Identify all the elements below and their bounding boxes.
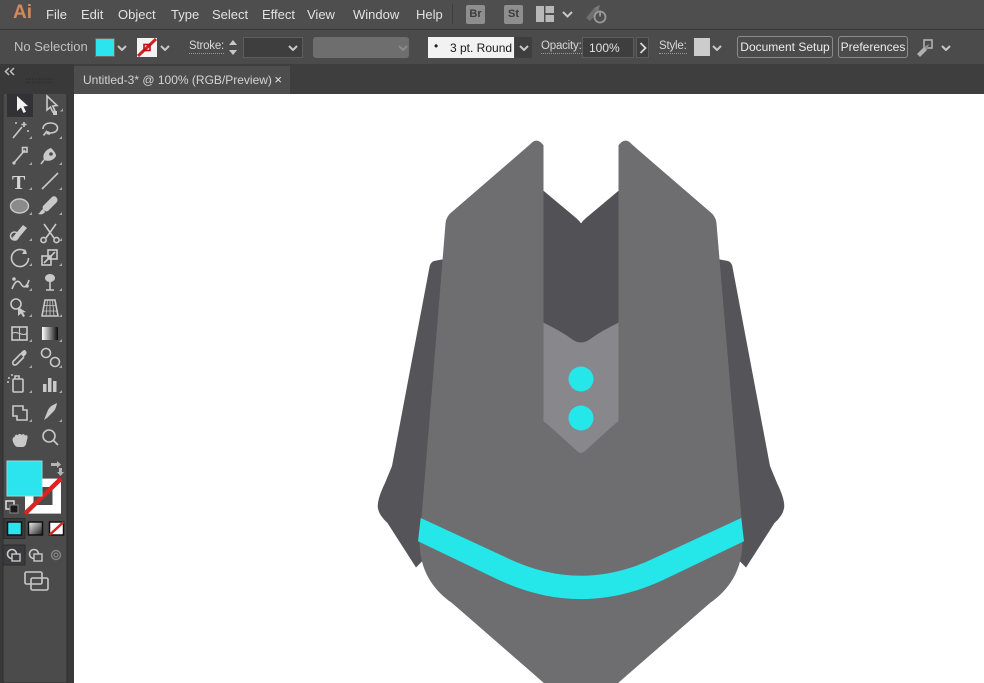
svg-text:T: T <box>12 172 26 194</box>
